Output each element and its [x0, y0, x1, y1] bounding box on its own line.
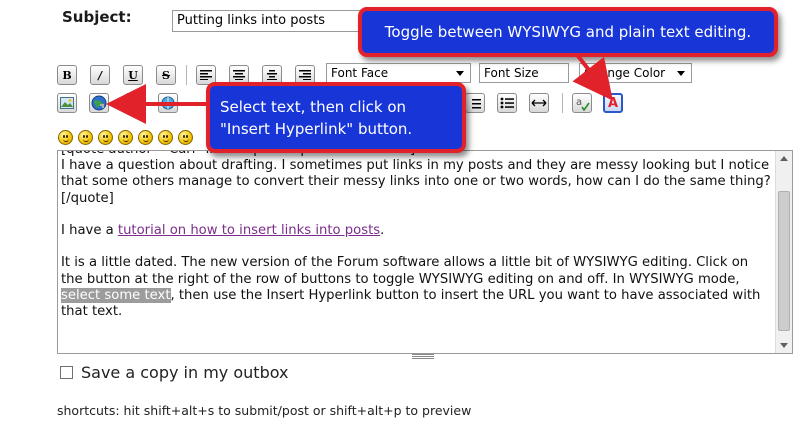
smiley-icon[interactable] — [178, 130, 193, 145]
italic-button[interactable]: / — [90, 65, 110, 85]
font-color-value: Change Color — [584, 66, 666, 80]
scroll-down-icon[interactable] — [780, 343, 788, 348]
save-outbox-label: Save a copy in my outbox — [81, 363, 289, 382]
email-link-icon[interactable] — [125, 93, 145, 113]
subject-input[interactable]: Putting links into posts — [172, 10, 368, 32]
hyperlink-callout-line1: Select text, then click on — [220, 98, 407, 116]
smiley-icon[interactable] — [118, 130, 133, 145]
editor-quote-body: I have a question about drafting. I some… — [61, 158, 771, 190]
font-face-select[interactable]: Font Face — [326, 63, 471, 83]
resize-handle[interactable] — [412, 353, 434, 359]
outbox-row: Save a copy in my outbox — [60, 363, 288, 382]
smiley-icon[interactable] — [158, 130, 173, 145]
insert-hyperlink-icon[interactable] — [89, 93, 109, 113]
bold-button[interactable]: B — [57, 65, 77, 85]
shortcuts-hint: shortcuts: hit shift+alt+s to submit/pos… — [57, 403, 472, 418]
strikethrough-button[interactable]: S — [156, 65, 176, 85]
font-color-select[interactable]: Change Color — [579, 63, 692, 83]
editor-scrollbar[interactable] — [775, 151, 792, 353]
toolbar-divider — [186, 65, 187, 85]
subject-label: Subject: — [62, 8, 132, 26]
font-size-select[interactable]: Font Size — [479, 63, 569, 83]
bullet-list-icon[interactable] — [497, 93, 517, 113]
underline-button[interactable]: U — [123, 65, 143, 85]
hyperlink-callout-line2: "Insert Hyperlink" button. — [220, 120, 413, 138]
horizontal-rule-icon[interactable] — [529, 93, 549, 113]
save-outbox-checkbox[interactable] — [60, 366, 73, 379]
selected-text[interactable]: select some text — [61, 287, 171, 303]
spellcheck-icon[interactable]: a — [572, 93, 592, 113]
image-icon[interactable] — [57, 93, 77, 113]
font-face-value: Font Face — [331, 66, 389, 80]
smiley-icon[interactable] — [98, 130, 113, 145]
smiley-icon[interactable] — [58, 130, 73, 145]
toolbar-divider — [562, 93, 563, 113]
editor-paragraph: I have a tutorial on how to insert links… — [61, 223, 385, 238]
chevron-down-icon — [677, 71, 685, 76]
svg-text:a: a — [576, 97, 582, 108]
scroll-up-icon[interactable] — [780, 156, 788, 161]
toggle-callout: Toggle between WYSIWYG and plain text ed… — [358, 7, 778, 57]
tutorial-link[interactable]: tutorial on how to insert links into pos… — [118, 223, 380, 238]
scrollbar-thumb[interactable] — [778, 191, 790, 331]
chevron-down-icon — [456, 71, 464, 76]
message-editor[interactable]: [quote author="Carl" link=topic=... post… — [57, 150, 793, 354]
editor-content: [quote author="Carl" link=topic=... post… — [58, 151, 774, 320]
hyperlink-callout: Select text, then click on "Insert Hyper… — [206, 82, 466, 153]
numbered-list-icon[interactable] — [465, 93, 485, 113]
smiley-icon[interactable] — [78, 130, 93, 145]
web-link-icon[interactable] — [158, 93, 178, 113]
toggle-wysiwyg-icon[interactable]: A — [603, 93, 623, 113]
editor-quote-close: [/quote] — [61, 190, 114, 206]
smiley-icon[interactable] — [138, 130, 153, 145]
editor-paragraph: It is a little dated. The new version of… — [61, 255, 761, 319]
font-size-value: Font Size — [484, 66, 539, 80]
